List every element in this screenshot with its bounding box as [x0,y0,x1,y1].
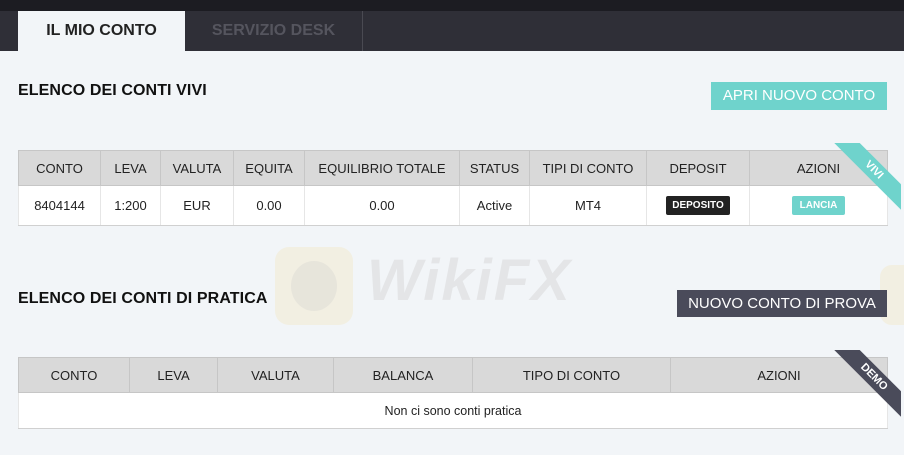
cell-valuta: EUR [160,185,234,226]
col-header-azioni: AZIONI [749,150,888,186]
live-accounts-table: CONTO LEVA VALUTA EQUITA EQUILIBRIO TOTA… [18,150,888,226]
live-accounts-title: ELENCO DEI CONTI VIVI [18,82,207,99]
table-header-row: CONTO LEVA VALUTA EQUITA EQUILIBRIO TOTA… [18,150,888,186]
cell-equita: 0.00 [233,185,305,226]
cell-equilibrio: 0.00 [304,185,460,226]
new-demo-account-button[interactable]: NUOVO CONTO DI PROVA [677,290,887,317]
cell-tipo: MT4 [529,185,647,226]
tab-service-desk[interactable]: SERVIZIO DESK [185,11,363,51]
cell-azioni: LANCIA [749,185,888,226]
watermark-text: WikiFX [367,248,572,313]
launch-button[interactable]: LANCIA [791,196,846,215]
col-header-balanca: BALANCA [333,357,473,393]
cell-leva: 1:200 [100,185,161,226]
deposit-button[interactable]: DEPOSITO [666,196,730,215]
tab-my-account[interactable]: IL MIO CONTO [18,11,185,51]
cell-conto: 8404144 [18,185,101,226]
col-header-equilibrio-totale: EQUILIBRIO TOTALE [304,150,460,186]
col-header-deposit: DEPOSIT [646,150,750,186]
table-row: 8404144 1:200 EUR 0.00 0.00 Active MT4 D… [18,185,888,226]
col-header-status: STATUS [459,150,530,186]
col-header-conto: CONTO [18,357,130,393]
col-header-valuta: VALUTA [160,150,234,186]
practice-accounts-title: ELENCO DEI CONTI DI PRATICA [18,290,268,307]
practice-accounts-table: CONTO LEVA VALUTA BALANCA TIPO DI CONTO … [18,357,888,429]
col-header-equita: EQUITA [233,150,305,186]
col-header-azioni: AZIONI [670,357,888,393]
top-nav-bar: IL MIO CONTO SERVIZIO DESK [0,0,904,51]
open-new-account-button[interactable]: APRI NUOVO CONTO [711,82,887,110]
cell-status: Active [459,185,530,226]
col-header-valuta: VALUTA [217,357,334,393]
col-header-tipi-di-conto: TIPI DI CONTO [529,150,647,186]
col-header-conto: CONTO [18,150,101,186]
table-header-row: CONTO LEVA VALUTA BALANCA TIPO DI CONTO … [18,357,888,393]
watermark: WikiFX [275,235,605,335]
table-row: Non ci sono conti pratica [18,392,888,429]
watermark-logo-icon [275,247,353,325]
cell-deposit: DEPOSITO [646,185,750,226]
empty-message: Non ci sono conti pratica [18,392,888,429]
col-header-tipo-di-conto: TIPO DI CONTO [472,357,671,393]
col-header-leva: LEVA [100,150,161,186]
col-header-leva: LEVA [129,357,218,393]
